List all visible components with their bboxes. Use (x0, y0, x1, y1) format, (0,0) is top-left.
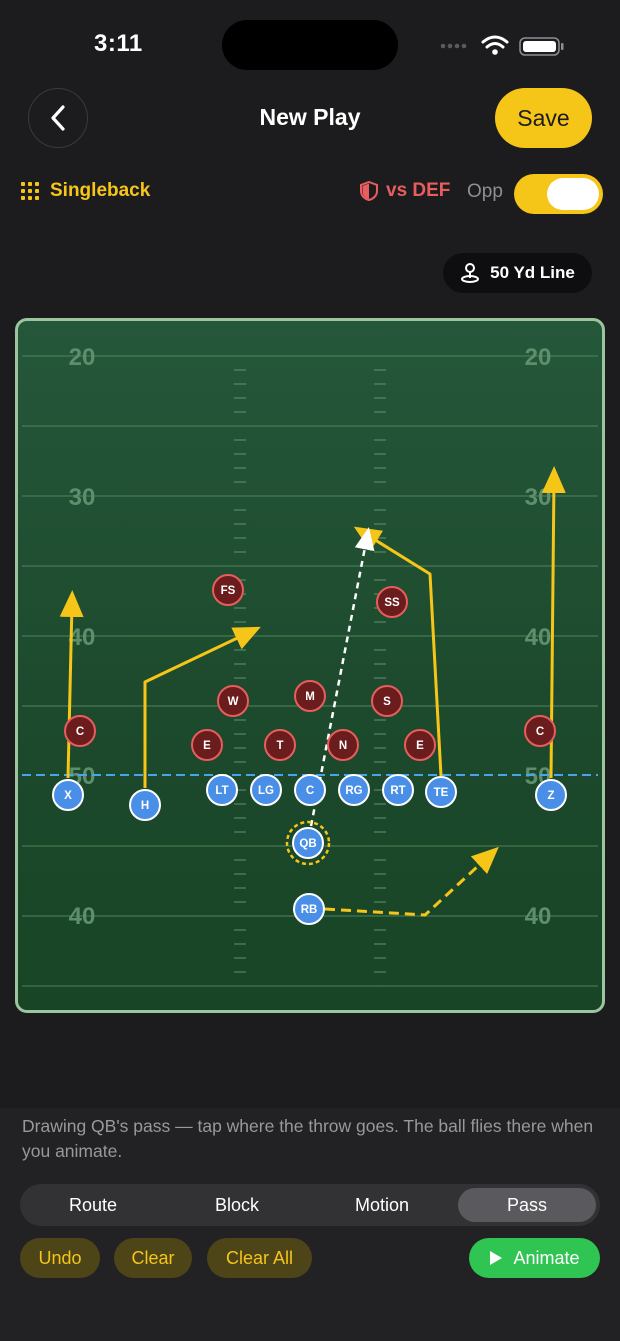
defender-w: W (217, 685, 249, 717)
dynamic-island (222, 20, 398, 70)
yard-lines (22, 355, 598, 987)
svg-text:LG: LG (258, 785, 274, 797)
mode-segmented-control: Route Block Motion Pass (20, 1184, 600, 1226)
formation-selector[interactable]: Singleback (20, 180, 150, 202)
grid-icon (21, 182, 39, 200)
route-rb-motion (324, 846, 499, 917)
animate-label: Animate (513, 1247, 580, 1268)
defender-e-right: E (404, 729, 436, 761)
tab-motion[interactable]: Motion (313, 1188, 451, 1222)
battery-icon (519, 37, 564, 56)
svg-text:H: H (141, 800, 149, 812)
svg-text:E: E (416, 740, 424, 752)
svg-text:QB: QB (299, 838, 316, 850)
toggle-knob (547, 178, 599, 210)
defender-fs: FS (212, 574, 244, 606)
defender-e-left: E (191, 729, 223, 761)
svg-text:TE: TE (434, 787, 449, 799)
defender-t: T (264, 729, 296, 761)
svg-text:W: W (228, 696, 239, 708)
player-lg: LG (250, 774, 282, 806)
svg-text:Z: Z (547, 790, 554, 802)
defender-ss: SS (376, 586, 408, 618)
save-button[interactable]: Save (495, 88, 592, 148)
defender-s: S (371, 685, 403, 717)
location-pin-icon (461, 263, 480, 283)
undo-button[interactable]: Undo (20, 1238, 100, 1278)
yard-number: 30 (525, 484, 552, 511)
svg-text:E: E (203, 740, 211, 752)
player-lt: LT (206, 774, 238, 806)
shield-icon (360, 181, 378, 201)
svg-text:N: N (339, 740, 347, 752)
player-c: C (294, 774, 326, 806)
clear-all-button[interactable]: Clear All (207, 1238, 312, 1278)
formation-label: Singleback (50, 180, 151, 201)
football-field[interactable]: 20 20 30 30 40 40 50 50 40 40 FS SS W M … (15, 318, 605, 1013)
tab-pass[interactable]: Pass (458, 1188, 596, 1222)
player-rg: RG (338, 774, 370, 806)
svg-text:C: C (76, 726, 84, 738)
yard-line-label: 50 Yd Line (490, 263, 575, 282)
yard-number: 40 (525, 903, 552, 930)
svg-text:C: C (306, 785, 314, 797)
yard-line-button[interactable]: 50 Yd Line (443, 253, 592, 293)
player-qb-selected: QB (285, 820, 331, 866)
svg-text:LT: LT (215, 785, 228, 797)
yard-number: 20 (69, 344, 96, 371)
vs-def-label: vs DEF (386, 180, 451, 201)
play-icon (490, 1251, 503, 1265)
yard-number: 30 (69, 484, 96, 511)
defender-c-right: C (524, 715, 556, 747)
vs-def-selector[interactable]: vs DEF (360, 180, 450, 202)
wifi-icon (481, 35, 509, 49)
hint-text: Drawing QB's pass — tap where the throw … (22, 1116, 594, 1161)
svg-text:M: M (305, 691, 315, 703)
svg-text:S: S (383, 696, 391, 708)
opp-toggle[interactable] (514, 174, 603, 214)
defender-m: M (294, 680, 326, 712)
yard-number: 20 (525, 344, 552, 371)
svg-text:T: T (276, 740, 283, 752)
defender-c-left: C (64, 715, 96, 747)
player-rt: RT (382, 774, 414, 806)
svg-text:C: C (536, 726, 544, 738)
player-rb: RB (293, 893, 325, 925)
svg-text:RT: RT (390, 785, 405, 797)
svg-text:RG: RG (345, 785, 362, 797)
tab-block[interactable]: Block (168, 1188, 306, 1222)
yard-number: 40 (525, 624, 552, 651)
tab-route[interactable]: Route (24, 1188, 162, 1222)
player-z: Z (535, 779, 567, 811)
svg-text:X: X (64, 790, 72, 802)
player-x: X (52, 779, 84, 811)
clear-button[interactable]: Clear (114, 1238, 192, 1278)
player-te: TE (425, 776, 457, 808)
opp-label: Opp (467, 181, 503, 202)
defense-players: FS SS W M S E T N E C C (64, 574, 556, 761)
yard-number: 40 (69, 903, 96, 930)
defender-n: N (327, 729, 359, 761)
svg-text:FS: FS (221, 585, 236, 597)
svg-text:SS: SS (384, 597, 400, 609)
hash-marks (234, 369, 386, 973)
player-h: H (129, 789, 161, 821)
animate-button[interactable]: Animate (469, 1238, 600, 1278)
svg-text:RB: RB (301, 904, 318, 916)
status-icons (440, 32, 565, 60)
cellular-signal-icon (440, 43, 467, 49)
status-time: 3:11 (94, 30, 143, 57)
offense-players: X H LT LG C RG RT TE Z QB RB (52, 774, 567, 925)
